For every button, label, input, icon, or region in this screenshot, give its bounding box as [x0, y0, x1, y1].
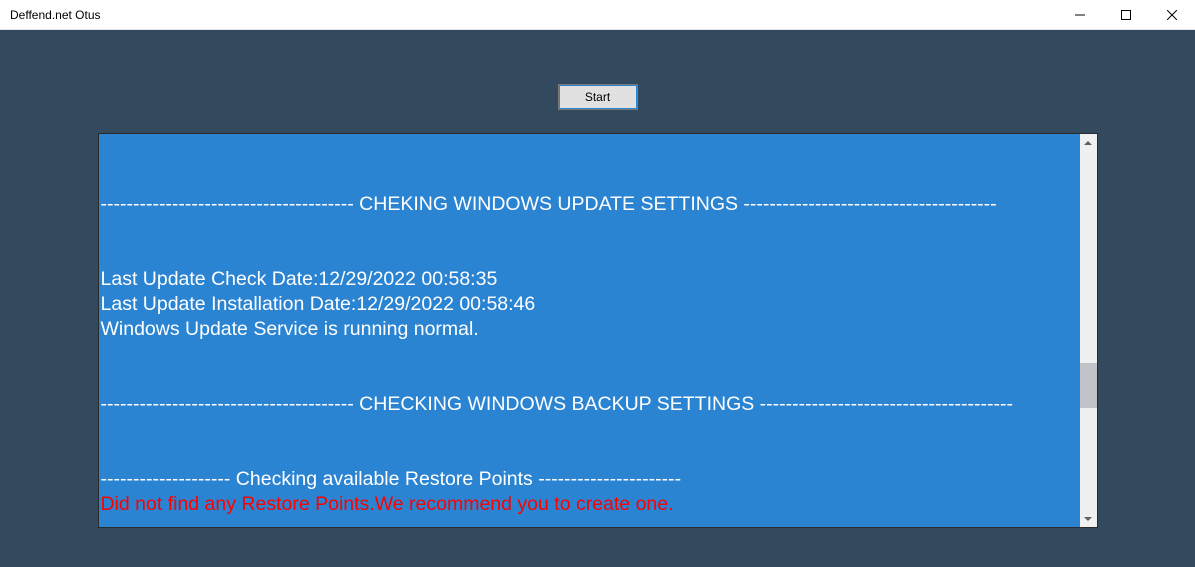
output-line: Last Update Check Date:12/29/2022 00:58:…: [101, 267, 1078, 292]
output-line: [101, 367, 1078, 392]
output-line: Did not find any Restore Points.We recom…: [101, 492, 1078, 517]
output-line: [101, 142, 1078, 167]
output-line: --------------------------------------- …: [101, 192, 1078, 217]
window-title: Deffend.net Otus: [10, 8, 101, 22]
scroll-down-arrow-icon[interactable]: [1080, 510, 1097, 527]
output-line: [101, 342, 1078, 367]
output-line: Last Update Installation Date:12/29/2022…: [101, 292, 1078, 317]
output-line: [101, 442, 1078, 467]
output-line: [101, 242, 1078, 267]
output-line: [101, 417, 1078, 442]
output-line: --------------------------------------- …: [101, 392, 1078, 417]
output-line: [101, 167, 1078, 192]
scrollbar[interactable]: [1080, 134, 1097, 527]
output-line: [101, 217, 1078, 242]
scroll-track[interactable]: [1080, 151, 1097, 510]
client-area: Start ----------------------------------…: [0, 30, 1195, 567]
output-line: Windows Update Service is running normal…: [101, 317, 1078, 342]
minimize-button[interactable]: [1057, 0, 1103, 29]
scroll-thumb[interactable]: [1080, 363, 1097, 408]
maximize-button[interactable]: [1103, 0, 1149, 29]
titlebar-controls: [1057, 0, 1195, 29]
scroll-up-arrow-icon[interactable]: [1080, 134, 1097, 151]
titlebar: Deffend.net Otus: [0, 0, 1195, 30]
output-container: --------------------------------------- …: [98, 133, 1098, 528]
output-panel: --------------------------------------- …: [99, 134, 1080, 527]
output-line: -------------------- Checking available …: [101, 467, 1078, 492]
close-button[interactable]: [1149, 0, 1195, 29]
start-button[interactable]: Start: [559, 85, 637, 109]
